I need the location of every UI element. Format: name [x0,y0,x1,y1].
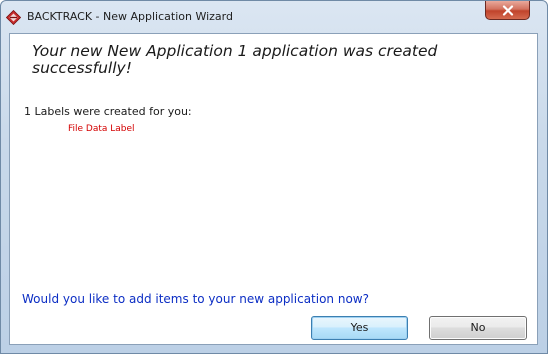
close-button[interactable] [485,1,530,20]
add-items-question: Would you like to add items to your new … [22,292,369,306]
dialog-content: Your new New Application 1 application w… [9,33,538,345]
labels-created-text: 1 Labels were created for you: [24,105,192,118]
yes-button[interactable]: Yes [311,316,408,340]
title-bar[interactable]: BACKTRACK - New Application Wizard [1,1,547,33]
success-headline: Your new New Application 1 application w… [32,42,438,77]
backtrack-app-icon [5,9,22,26]
close-icon [502,5,514,16]
window-title: BACKTRACK - New Application Wizard [27,10,233,23]
no-button[interactable]: No [429,316,527,340]
created-label-item: File Data Label [68,124,135,134]
wizard-window: BACKTRACK - New Application Wizard Your … [0,0,548,354]
